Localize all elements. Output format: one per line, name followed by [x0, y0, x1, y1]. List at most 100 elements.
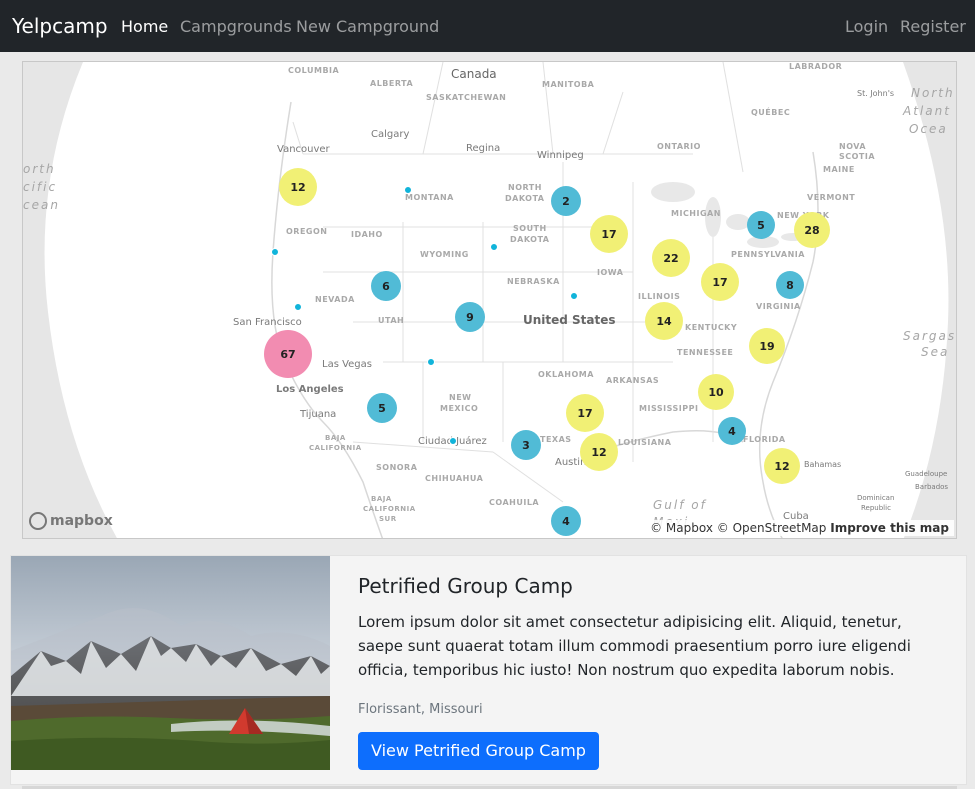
label-quebec: QUÉBEC	[751, 108, 791, 117]
nav-home[interactable]: Home	[121, 17, 168, 36]
label-las-vegas: Las Vegas	[322, 359, 372, 370]
nav-campgrounds[interactable]: Campgrounds	[180, 17, 292, 36]
map-cluster[interactable]: 67	[264, 330, 312, 378]
label-illinois: ILLINOIS	[638, 292, 681, 301]
label-montana: MONTANA	[405, 193, 454, 202]
label-winnipeg: Winnipeg	[537, 150, 584, 161]
label-florida: FLORIDA	[743, 435, 786, 444]
map-cluster[interactable]: 12	[580, 433, 618, 471]
label-united-states: United States	[523, 313, 616, 327]
label-columbia: COLUMBIA	[288, 66, 340, 75]
label-baja-california-1: BAJA	[325, 434, 346, 442]
label-san-francisco: San Francisco	[233, 317, 302, 328]
map-cluster[interactable]: 22	[652, 239, 690, 277]
map-point[interactable]	[570, 292, 578, 300]
label-dominican-2: Republic	[861, 504, 891, 512]
map-cluster[interactable]: 4	[551, 506, 581, 536]
label-sargasso-1: Sargasso	[903, 329, 957, 343]
map-cluster[interactable]: 5	[747, 211, 775, 239]
label-wyoming: WYOMING	[420, 250, 469, 259]
attribution-text[interactable]: © Mapbox © OpenStreetMap	[650, 521, 826, 535]
map-cluster[interactable]: 6	[371, 271, 401, 301]
improve-map-link[interactable]: Improve this map	[830, 521, 949, 535]
label-chihuahua: CHIHUAHUA	[425, 474, 484, 483]
label-nova-scotia-1: NOVA	[839, 142, 867, 151]
label-baja-california-sur-1: BAJA	[371, 495, 392, 503]
map-point[interactable]	[404, 186, 412, 194]
label-vermont: VERMONT	[807, 193, 856, 202]
label-bahamas: Bahamas	[804, 460, 842, 469]
map-cluster[interactable]: 3	[511, 430, 541, 460]
view-campground-button[interactable]: View Petrified Group Camp	[358, 732, 599, 770]
map-attribution: © Mapbox © OpenStreetMap Improve this ma…	[645, 520, 954, 536]
label-barbados: Barbados	[915, 483, 949, 491]
cluster-map[interactable]: Canada United States Gulf of Mexi North …	[22, 61, 957, 539]
campground-description: Lorem ipsum dolor sit amet consectetur a…	[358, 613, 911, 679]
navbar: Yelpcamp Home Campgrounds New Campground…	[0, 0, 975, 52]
label-north-atlantic-3: Ocea	[909, 122, 948, 136]
map-cluster[interactable]: 17	[701, 263, 739, 301]
label-regina: Regina	[466, 143, 501, 154]
map-cluster[interactable]: 12	[764, 448, 800, 484]
mapbox-logo-text: mapbox	[50, 513, 113, 529]
label-nevada: NEVADA	[315, 295, 355, 304]
map-cluster[interactable]: 12	[279, 168, 317, 206]
label-idaho: IDAHO	[351, 230, 383, 239]
label-north-pacific-3: cean	[23, 198, 60, 212]
label-baja-california-2: CALIFORNIA	[309, 444, 362, 452]
label-michigan: MICHIGAN	[671, 209, 721, 218]
map-cluster[interactable]: 19	[749, 328, 785, 364]
map-cluster[interactable]: 5	[367, 393, 397, 423]
map-point[interactable]	[271, 248, 279, 256]
mapbox-logo[interactable]: mapbox	[29, 512, 113, 530]
map-cluster[interactable]: 17	[590, 215, 628, 253]
campground-card: Petrified Group Camp Lorem ipsum dolor s…	[10, 555, 967, 785]
label-maine: MAINE	[823, 165, 855, 174]
label-manitoba: MANITOBA	[542, 80, 595, 89]
map-cluster[interactable]: 2	[551, 186, 581, 216]
nav-register[interactable]: Register	[900, 17, 966, 36]
mapbox-ring-icon	[29, 512, 47, 530]
map-point[interactable]	[490, 243, 498, 251]
nav-new-campground[interactable]: New Campground	[296, 17, 439, 36]
map-cluster[interactable]: 10	[698, 374, 734, 410]
nav-login[interactable]: Login	[845, 17, 888, 36]
label-saskatchewan: SASKATCHEWAN	[426, 93, 507, 102]
label-north-atlantic-2: Atlant	[903, 104, 951, 118]
map-point[interactable]	[294, 303, 302, 311]
map-cluster[interactable]: 28	[794, 212, 830, 248]
label-south-dakota-1: SOUTH	[513, 224, 547, 233]
label-new-mexico-1: NEW	[449, 393, 472, 402]
map-point[interactable]	[449, 437, 457, 445]
label-alberta: ALBERTA	[370, 79, 414, 88]
map-cluster[interactable]: 8	[776, 271, 804, 299]
label-north-dakota-1: NORTH	[508, 183, 542, 192]
label-iowa: IOWA	[597, 268, 624, 277]
label-gulf: Gulf of	[653, 498, 707, 512]
label-coahuila: COAHUILA	[489, 498, 540, 507]
campground-body: Petrified Group Camp Lorem ipsum dolor s…	[358, 574, 938, 717]
label-oklahoma: OKLAHOMA	[538, 370, 594, 379]
label-baja-california-sur-2: CALIFORNIA	[363, 505, 416, 513]
brand-logo[interactable]: Yelpcamp	[12, 14, 108, 38]
map-cluster[interactable]: 14	[645, 302, 683, 340]
label-nova-scotia-2: SCOTIA	[839, 152, 876, 161]
label-sonora: SONORA	[376, 463, 418, 472]
campground-title: Petrified Group Camp	[358, 574, 573, 598]
map-cluster[interactable]: 9	[455, 302, 485, 332]
label-ontario: ONTARIO	[657, 142, 701, 151]
label-kentucky: KENTUCKY	[685, 323, 738, 332]
campground-location: Florissant, Missouri	[358, 702, 483, 717]
label-oregon: OREGON	[286, 227, 328, 236]
label-vancouver: Vancouver	[277, 144, 330, 155]
label-texas: TEXAS	[540, 435, 572, 444]
label-tijuana: Tijuana	[300, 409, 337, 420]
label-louisiana: LOUISIANA	[618, 438, 672, 447]
map-point[interactable]	[427, 358, 435, 366]
map-cluster[interactable]: 4	[718, 417, 746, 445]
label-st-johns: St. John's	[857, 89, 895, 98]
map-cluster[interactable]: 17	[566, 394, 604, 432]
campground-image	[11, 556, 330, 770]
label-canada: Canada	[451, 67, 497, 81]
label-dominican-1: Dominican	[857, 494, 895, 502]
